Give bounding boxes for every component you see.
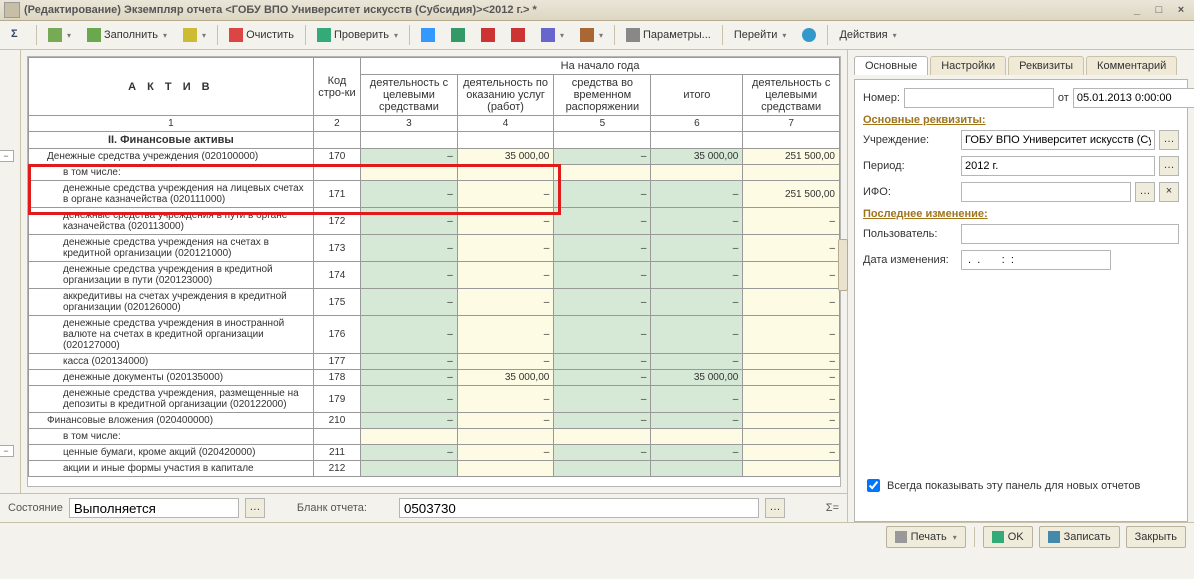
status-row: Состояние … Бланк отчета: … Σ= — [0, 493, 847, 522]
actions-button[interactable]: Действия — [832, 23, 903, 47]
params-label: Параметры... — [643, 29, 711, 41]
tab-props[interactable]: Реквизиты — [1008, 56, 1084, 75]
table-row[interactable]: денежные средства учреждения в пути в ор… — [29, 208, 840, 235]
help-button[interactable] — [795, 23, 823, 47]
template-button[interactable] — [41, 23, 78, 47]
from-label: от — [1058, 92, 1069, 104]
table-row[interactable]: денежные средства учреждения в иностранн… — [29, 316, 840, 354]
ifo-input[interactable] — [961, 182, 1131, 202]
tab-settings[interactable]: Настройки — [930, 56, 1006, 75]
user-label: Пользователь: — [863, 228, 957, 240]
check-button[interactable]: Проверить — [310, 23, 405, 47]
report-table: А К Т И ВКод стро-киНа начало годадеятел… — [28, 57, 840, 477]
close-bottom-label: Закрыть — [1135, 531, 1177, 543]
chdate-input[interactable] — [961, 250, 1111, 270]
side-tabs: Основные Настройки Реквизиты Комментарий — [854, 56, 1188, 75]
nav5-button[interactable] — [534, 23, 571, 47]
bottom-bar: Печать OK Записать Закрыть — [0, 522, 1194, 551]
tab-body: Номер: от Основные реквизиты: Учреждение… — [854, 79, 1188, 522]
report-pane: − − А К Т И ВКод стро-киНа начало годаде… — [0, 50, 848, 522]
save-button[interactable]: Записать — [1039, 526, 1120, 548]
fill-button[interactable]: Заполнить — [80, 23, 174, 47]
ifo-label: ИФО: — [863, 186, 957, 198]
date-input[interactable] — [1073, 88, 1194, 108]
section-main-props: Основные реквизиты: — [863, 114, 1179, 126]
tab-comment[interactable]: Комментарий — [1086, 56, 1177, 75]
print-label: Печать — [911, 531, 947, 543]
pencil-button[interactable] — [176, 23, 213, 47]
check-label: Проверить — [334, 29, 389, 41]
period-label: Период: — [863, 160, 957, 172]
nav1-button[interactable] — [414, 23, 442, 47]
blank-label: Бланк отчета: — [297, 502, 367, 514]
number-label: Номер: — [863, 92, 900, 104]
table-row[interactable]: денежные средства учреждения на счетах в… — [29, 235, 840, 262]
section-last-change: Последнее изменение: — [863, 208, 1179, 220]
minimize-button[interactable]: _ — [1128, 3, 1146, 17]
table-row[interactable]: денежные средства учреждения в кредитной… — [29, 262, 840, 289]
table-row[interactable]: денежные документы (020135000)178–35 000… — [29, 370, 840, 386]
table-row[interactable]: акции и иные формы участия в капитале212 — [29, 461, 840, 477]
actions-label: Действия — [839, 29, 887, 41]
period-select-button[interactable]: … — [1159, 156, 1179, 176]
table-row[interactable]: касса (020134000)177––––– — [29, 354, 840, 370]
clear-button[interactable]: Очистить — [222, 23, 301, 47]
table-row[interactable]: Финансовые вложения (020400000)210––––– — [29, 413, 840, 429]
chdate-label: Дата изменения: — [863, 254, 957, 266]
tree-collapse-1[interactable]: − — [0, 150, 14, 162]
always-show-label: Всегда показывать эту панель для новых о… — [887, 480, 1140, 492]
period-input[interactable] — [961, 156, 1155, 176]
state-input[interactable] — [69, 498, 239, 518]
app-icon — [4, 2, 20, 18]
user-input[interactable] — [961, 224, 1179, 244]
tab-main[interactable]: Основные — [854, 56, 928, 75]
org-input[interactable] — [961, 130, 1155, 150]
ifo-clear-button[interactable]: × — [1159, 182, 1179, 202]
table-row[interactable]: денежные средства учреждения на лицевых … — [29, 181, 840, 208]
table-row[interactable]: Денежные средства учреждения (020100000)… — [29, 149, 840, 165]
number-input[interactable] — [904, 88, 1054, 108]
params-button[interactable]: Параметры... — [619, 23, 718, 47]
fill-label: Заполнить — [104, 29, 158, 41]
tree-collapse-2[interactable]: − — [0, 445, 14, 457]
table-row[interactable]: аккредитивы на счетах учреждения в креди… — [29, 289, 840, 316]
blank-input[interactable] — [399, 498, 759, 518]
nav2-button[interactable] — [444, 23, 472, 47]
goto-button[interactable]: Перейти — [727, 23, 794, 47]
window-title: (Редактирование) Экземпляр отчета <ГОБУ … — [24, 4, 537, 16]
nav6-button[interactable] — [573, 23, 610, 47]
org-label: Учреждение: — [863, 134, 957, 146]
ok-label: OK — [1008, 531, 1024, 543]
state-label: Состояние — [8, 502, 63, 514]
save-label: Записать — [1064, 531, 1111, 543]
tree-gutter: − − — [0, 50, 21, 493]
nav3-button[interactable] — [474, 23, 502, 47]
sigma-label: Σ= — [826, 502, 839, 514]
sigma-button[interactable] — [4, 23, 32, 47]
toolbar: Заполнить Очистить Проверить Параметры..… — [0, 21, 1194, 50]
close-bottom-button[interactable]: Закрыть — [1126, 526, 1186, 548]
window-titlebar: (Редактирование) Экземпляр отчета <ГОБУ … — [0, 0, 1194, 21]
grid-wrap[interactable]: А К Т И ВКод стро-киНа начало годадеятел… — [27, 56, 841, 487]
close-button[interactable]: × — [1172, 3, 1190, 17]
table-row[interactable]: денежные средства учреждения, размещенны… — [29, 386, 840, 413]
side-panel: Основные Настройки Реквизиты Комментарий… — [848, 50, 1194, 522]
table-row: в том числе: — [29, 165, 840, 181]
state-select-button[interactable]: … — [245, 498, 265, 518]
print-button[interactable]: Печать — [886, 526, 966, 548]
always-show-checkbox[interactable] — [867, 479, 880, 492]
maximize-button[interactable]: □ — [1150, 3, 1168, 17]
goto-label: Перейти — [734, 29, 778, 41]
table-row: в том числе: — [29, 429, 840, 445]
clear-label: Очистить — [246, 29, 294, 41]
ok-button[interactable]: OK — [983, 526, 1033, 548]
pane-splitter[interactable] — [838, 239, 848, 291]
table-row[interactable]: ценные бумаги, кроме акций (020420000)21… — [29, 445, 840, 461]
ifo-select-button[interactable]: … — [1135, 182, 1155, 202]
nav4-button[interactable] — [504, 23, 532, 47]
org-select-button[interactable]: … — [1159, 130, 1179, 150]
blank-select-button[interactable]: … — [765, 498, 785, 518]
